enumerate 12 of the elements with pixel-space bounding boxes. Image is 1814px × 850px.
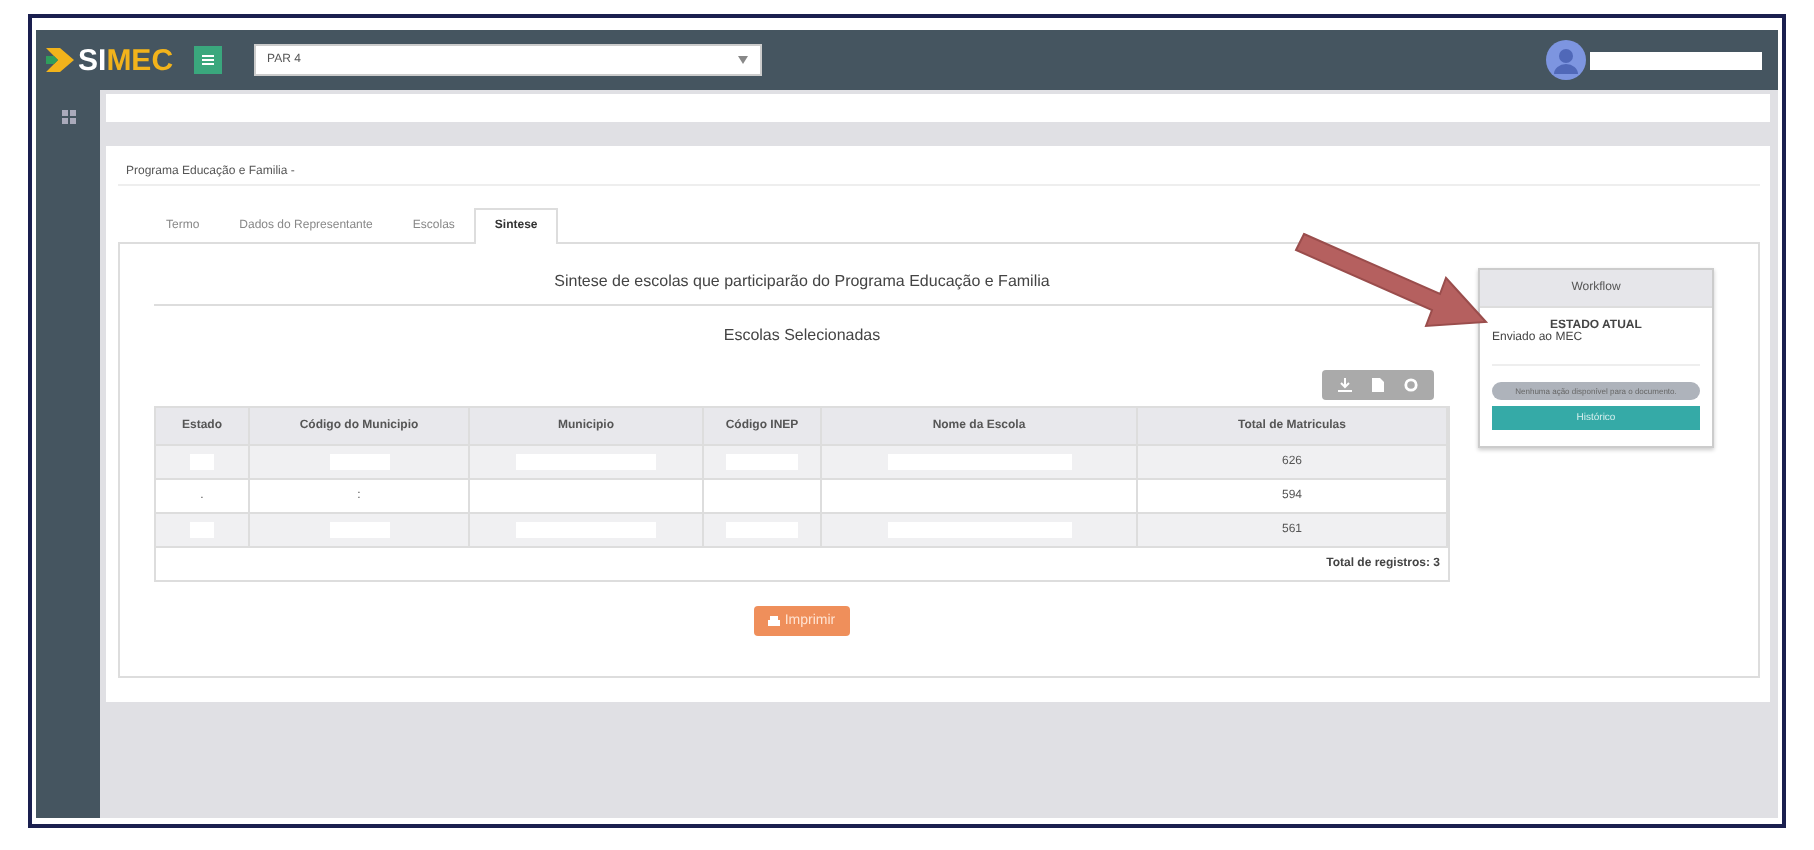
- caret-icon: [737, 56, 748, 64]
- grid-icon[interactable]: [61, 110, 75, 124]
- table-title: Escolas Selecionadas: [721, 326, 883, 344]
- file-icon[interactable]: [1372, 378, 1384, 392]
- user-avatar-icon[interactable]: [1546, 40, 1586, 80]
- printer-icon: [768, 615, 781, 627]
- menu-button[interactable]: [193, 46, 222, 74]
- logo-text: SIMEC: [78, 43, 174, 77]
- download-icon[interactable]: [1338, 378, 1352, 392]
- gear-icon[interactable]: [1404, 378, 1418, 392]
- logo-chevron-icon: [44, 44, 76, 76]
- menu-icon: [201, 54, 214, 66]
